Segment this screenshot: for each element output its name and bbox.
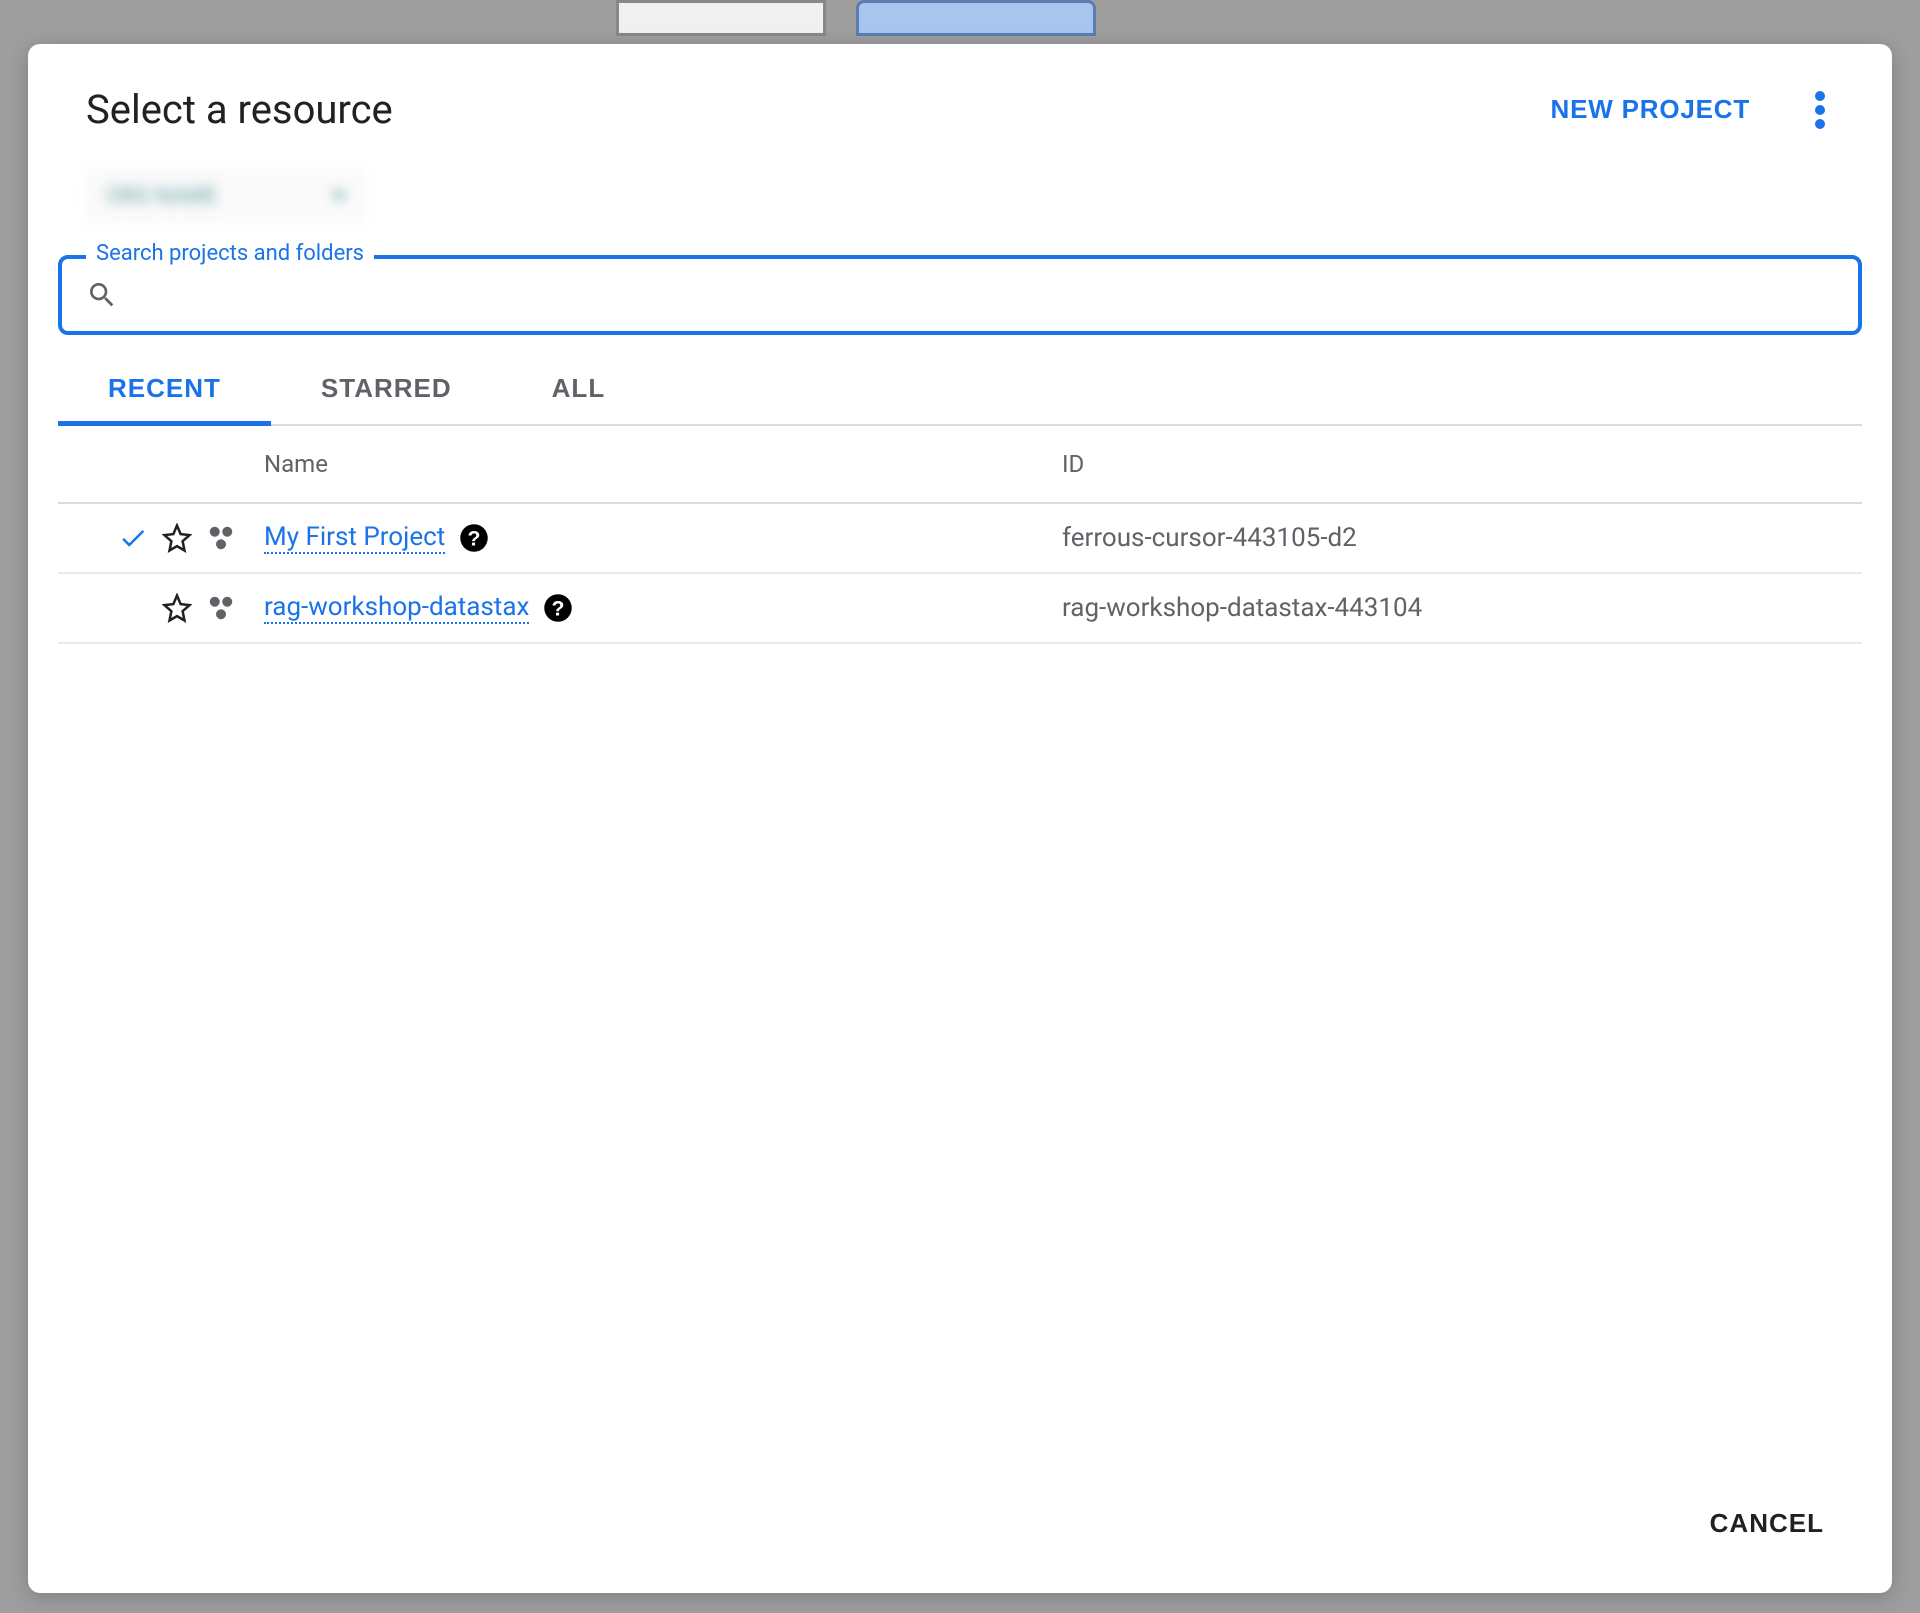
select-resource-dialog: Select a resource NEW PROJECT ORG NAME S… — [28, 44, 1892, 1593]
column-header-name: Name — [264, 450, 1062, 478]
search-legend: Search projects and folders — [86, 241, 374, 266]
organization-selector[interactable]: ORG NAME — [86, 167, 366, 225]
column-header-id: ID — [1062, 450, 1862, 478]
backdrop-graphic — [616, 0, 1124, 38]
svg-text:?: ? — [552, 597, 565, 621]
tab-starred[interactable]: STARRED — [271, 353, 502, 424]
cancel-button[interactable]: CANCEL — [1690, 1494, 1844, 1553]
project-id: ferrous-cursor-443105-d2 — [1062, 523, 1862, 553]
tabs-container: RECENT STARRED ALL — [58, 353, 1862, 426]
dialog-title: Select a resource — [86, 86, 393, 133]
table-header: Name ID — [58, 426, 1862, 504]
project-link[interactable]: rag-workshop-datastax — [264, 592, 529, 624]
star-outline-icon[interactable] — [162, 593, 192, 623]
svg-text:?: ? — [468, 527, 481, 551]
project-type-icon — [206, 523, 236, 553]
project-type-icon — [206, 593, 236, 623]
row-icons — [58, 523, 264, 553]
row-name-cell: My First Project ? — [264, 522, 1062, 554]
new-project-button[interactable]: NEW PROJECT — [1535, 84, 1766, 135]
star-outline-icon[interactable] — [162, 523, 192, 553]
dialog-footer: CANCEL — [28, 1464, 1892, 1593]
table-row[interactable]: My First Project ? ferrous-cursor-443105… — [58, 504, 1862, 574]
tab-recent[interactable]: RECENT — [58, 353, 271, 424]
more-options-button[interactable] — [1796, 86, 1844, 134]
dialog-header: Select a resource NEW PROJECT — [28, 44, 1892, 155]
tab-all[interactable]: ALL — [502, 353, 656, 424]
help-icon[interactable]: ? — [543, 593, 573, 623]
more-vert-icon — [1815, 91, 1825, 129]
row-name-cell: rag-workshop-datastax ? — [264, 592, 1062, 624]
table-row[interactable]: rag-workshop-datastax ? rag-workshop-dat… — [58, 574, 1862, 644]
search-icon — [86, 279, 118, 311]
project-link[interactable]: My First Project — [264, 522, 445, 554]
search-container: Search projects and folders — [58, 255, 1862, 335]
row-icons — [58, 593, 264, 623]
project-id: rag-workshop-datastax-443104 — [1062, 593, 1862, 623]
search-input[interactable] — [118, 280, 1834, 311]
search-box[interactable] — [58, 255, 1862, 335]
project-table: Name ID My First Project — [58, 426, 1862, 1464]
check-icon — [118, 523, 148, 553]
header-actions: NEW PROJECT — [1535, 84, 1844, 135]
help-icon[interactable]: ? — [459, 523, 489, 553]
